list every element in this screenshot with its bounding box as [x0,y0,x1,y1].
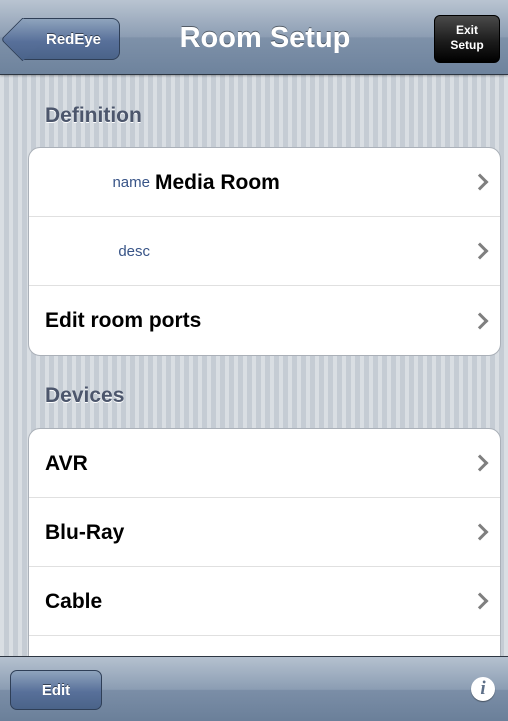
chevron-right-icon [471,242,489,260]
back-button-label: RedEye [45,31,102,48]
navigation-bar: RedEye Room Setup Exit Setup [0,0,508,75]
chevron-right-icon [471,173,489,191]
name-key-label: name [112,174,150,191]
screen: RedEye Room Setup Exit Setup Definition … [0,0,508,721]
chevron-right-icon [471,454,489,472]
section-header-definition: Definition [45,104,142,127]
exit-setup-button[interactable]: Exit Setup [434,15,500,63]
device-row-blu-ray[interactable]: Blu-Ray [29,498,500,567]
section-header-devices: Devices [45,384,125,407]
page-title: Room Setup [179,22,351,54]
info-icon[interactable]: i [471,677,495,701]
back-button[interactable]: RedEye [22,18,120,60]
exit-setup-label-line1: Exit [455,23,478,37]
exit-setup-label-line2: Setup [450,38,484,52]
edit-room-ports-row[interactable]: Edit room ports [29,286,500,355]
devices-group: AVR Blu-Ray Cable [28,428,501,690]
bottom-toolbar: Edit i [0,656,508,721]
definition-group: name Media Room desc Edit room ports [28,147,501,356]
name-value: Media Room [155,171,280,194]
desc-row[interactable]: desc [29,217,500,286]
chevron-right-icon [471,592,489,610]
edit-room-ports-label: Edit room ports [45,309,202,332]
device-row-cable[interactable]: Cable [29,567,500,636]
device-label: Cable [45,590,103,613]
name-row[interactable]: name Media Room [29,148,500,217]
chevron-right-icon [471,312,489,329]
device-label: Blu-Ray [45,521,125,544]
device-label: AVR [45,452,88,475]
desc-key-label: desc [118,243,150,260]
chevron-right-icon [471,523,489,541]
device-row-avr[interactable]: AVR [29,429,500,498]
edit-button[interactable]: Edit [10,670,102,710]
